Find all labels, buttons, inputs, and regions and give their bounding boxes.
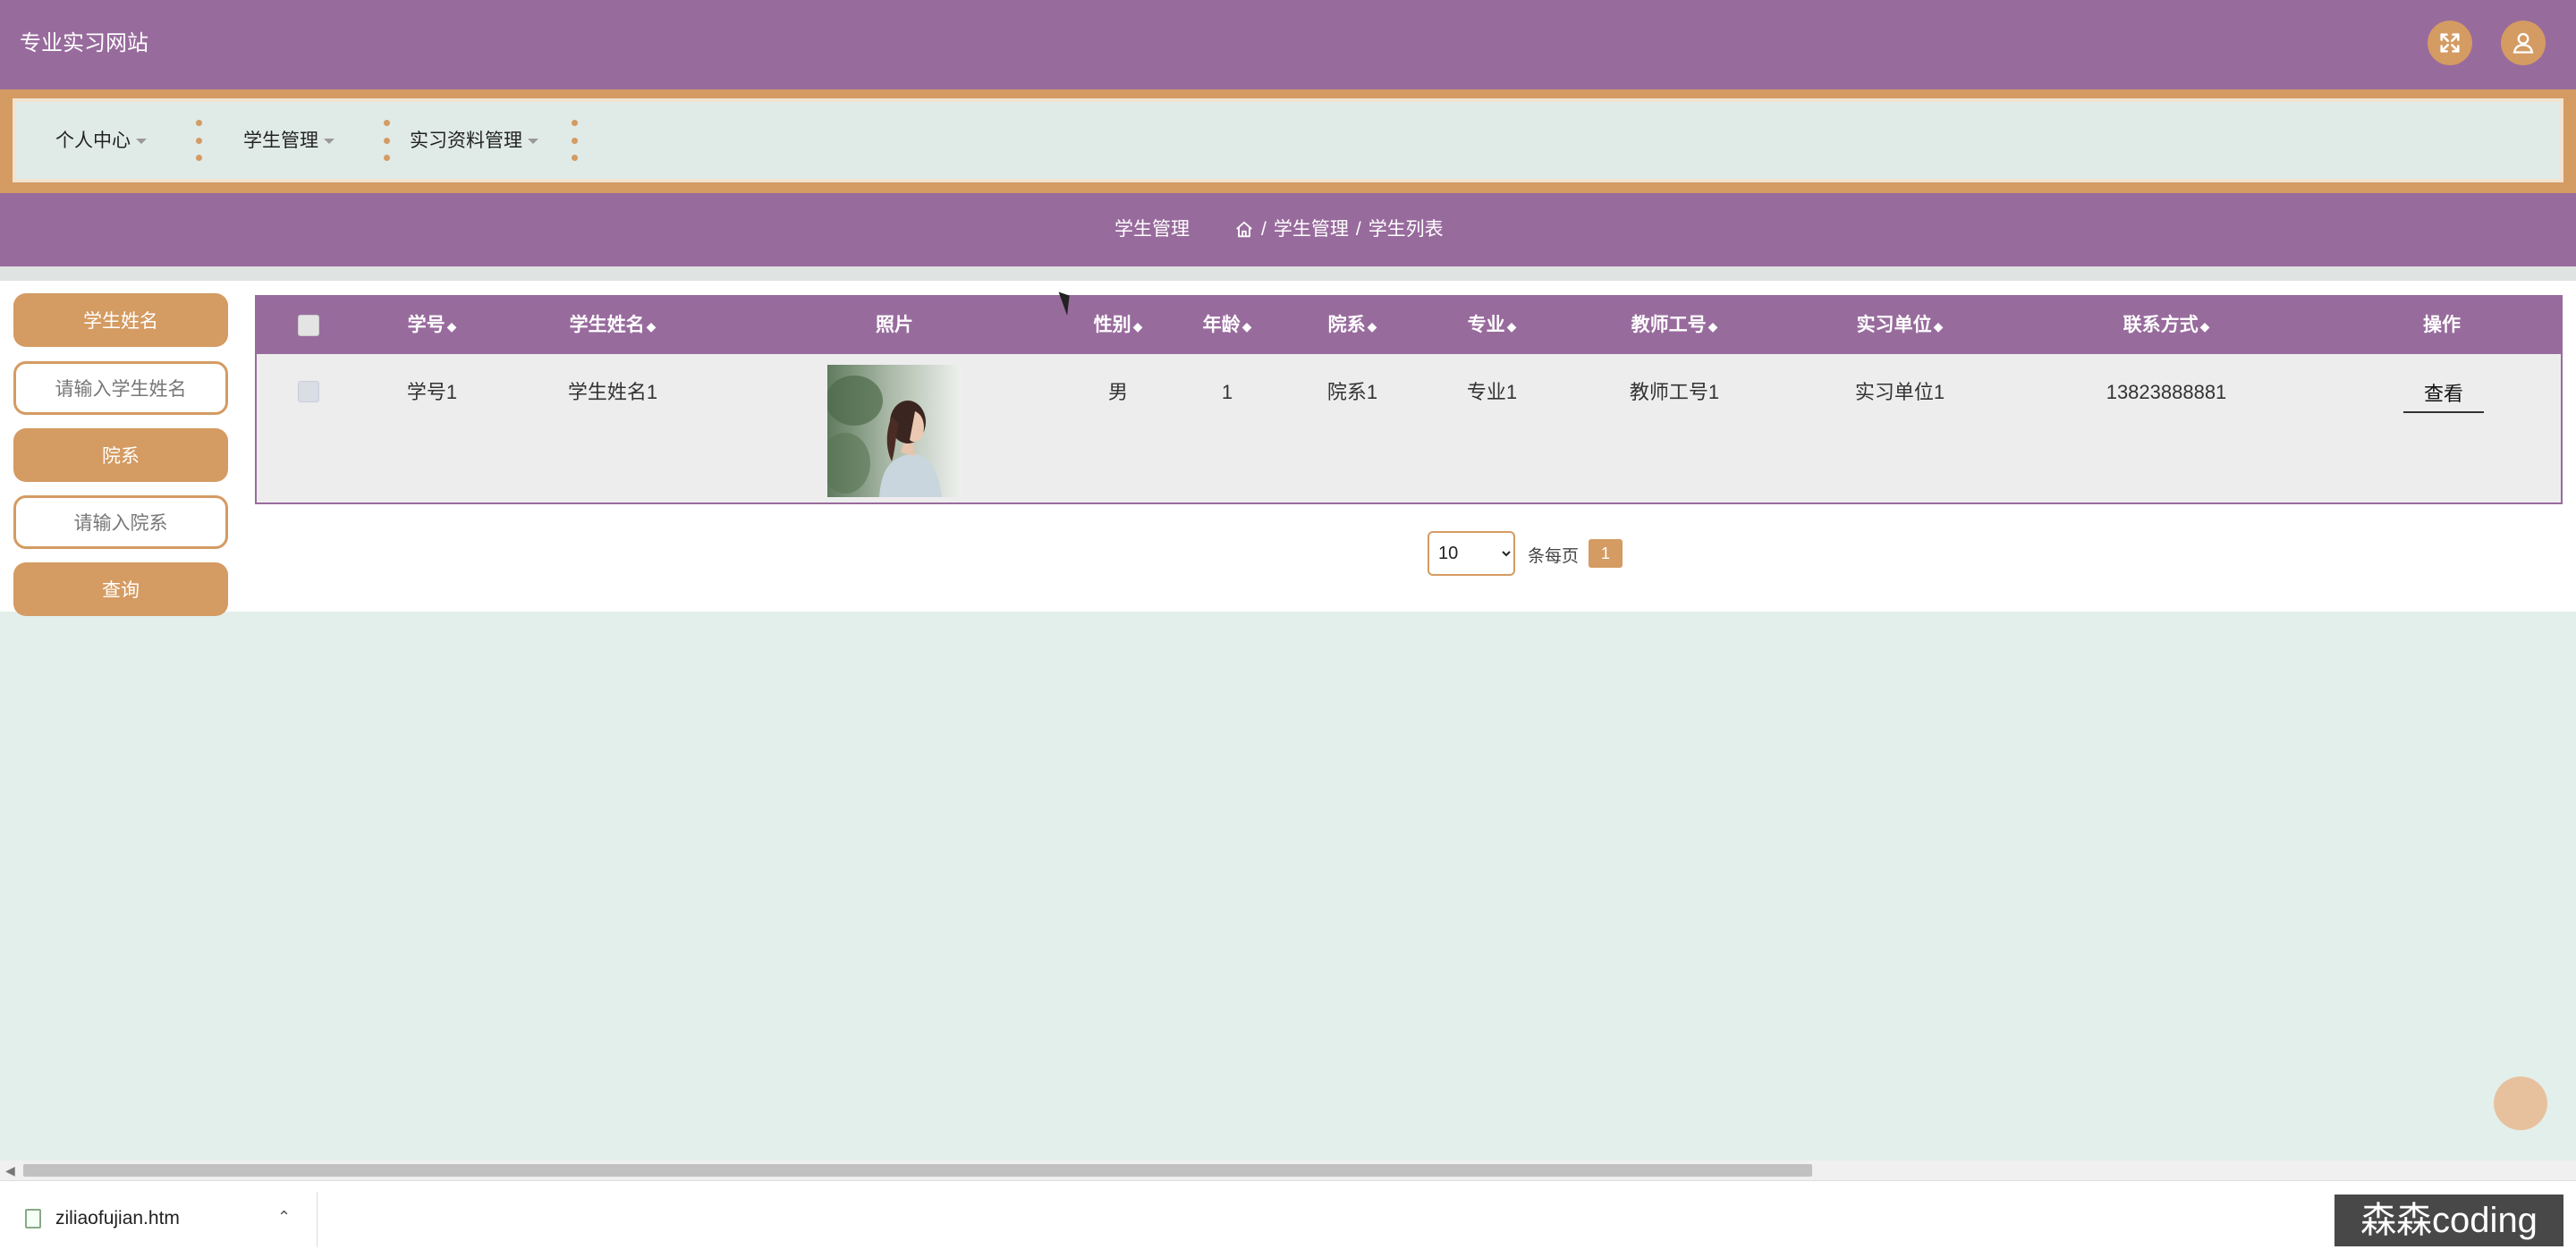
column-label: 照片 — [876, 315, 913, 335]
home-icon[interactable] — [1234, 220, 1254, 240]
query-button[interactable]: 查询 — [13, 562, 228, 616]
column-label: 性别 — [1093, 315, 1131, 335]
file-icon — [25, 1209, 41, 1228]
column-header-action: 操作 — [2423, 315, 2461, 336]
nav-item-label: 学生管理 — [243, 131, 318, 151]
watermark: 森森coding — [2334, 1195, 2563, 1246]
chevron-up-icon[interactable]: ⌃ — [277, 1208, 291, 1227]
column-header-company[interactable]: 实习单位 ◆ — [1857, 315, 1944, 337]
column-label: 学生姓名 — [569, 315, 645, 335]
per-page-label: 条每页 — [1528, 547, 1580, 566]
page-title: 学生管理 — [1114, 219, 1190, 240]
column-header-major[interactable]: 专业 ◆ — [1468, 315, 1517, 337]
sort-icon: ◆ — [446, 319, 457, 333]
column-header-department[interactable]: 院系 ◆ — [1328, 315, 1377, 337]
breadcrumb-band: 学生管理 / 学生管理 / 学生列表 — [0, 193, 2576, 266]
student-photo — [827, 365, 962, 497]
divider — [0, 266, 2576, 281]
user-button[interactable] — [2501, 21, 2546, 65]
sort-icon: ◆ — [1707, 319, 1718, 333]
breadcrumb-separator: / — [1355, 219, 1361, 240]
nav-bar: 个人中心 学生管理 实习资料管理 — [0, 89, 2576, 193]
column-header-student-no[interactable]: 学号 ◆ — [408, 315, 457, 337]
column-header-age[interactable]: 年龄 ◆ — [1203, 315, 1252, 337]
fullscreen-icon — [2440, 33, 2460, 53]
column-label: 专业 — [1467, 315, 1505, 335]
nav-item-label: 实习资料管理 — [410, 131, 522, 151]
table-header: 学号 ◆ 学生姓名 ◆ 照片 性别 ◆ 年龄 ◆ 院系 ◆ 专业 ◆ 教师工号 ◆ 实习单位 ◆… — [257, 297, 2561, 354]
nav-item-personal-center[interactable]: 个人中心 — [55, 129, 147, 154]
cell-phone: 13823888881 — [2106, 381, 2227, 403]
divider — [317, 1192, 318, 1247]
page-number-current[interactable]: 1 — [1589, 539, 1623, 568]
nav-separator — [571, 120, 578, 161]
scroll-left-arrow-icon[interactable]: ◀ — [5, 1163, 15, 1178]
page-size-select[interactable]: 10 — [1428, 531, 1515, 576]
user-icon — [2512, 32, 2534, 54]
sort-icon: ◆ — [1241, 319, 1252, 333]
sort-icon: ◆ — [1367, 319, 1377, 333]
breadcrumb-item[interactable]: 学生管理 — [1274, 218, 1349, 241]
breadcrumb-separator: / — [1261, 219, 1267, 240]
cell-student-name: 学生姓名1 — [567, 381, 658, 403]
sort-icon: ◆ — [2199, 319, 2210, 333]
scrollbar-thumb[interactable] — [23, 1164, 1812, 1177]
column-header-photo: 照片 — [876, 315, 913, 336]
column-label: 教师工号 — [1631, 315, 1707, 335]
department-label: 院系 — [13, 428, 228, 482]
breadcrumb-item: 学生列表 — [1368, 219, 1444, 240]
column-label: 操作 — [2423, 315, 2461, 335]
caret-down-icon — [528, 139, 538, 144]
caret-down-icon — [324, 139, 335, 144]
top-header: 专业实习网站 — [0, 0, 2576, 89]
row-checkbox[interactable] — [298, 381, 319, 402]
sort-icon: ◆ — [1933, 319, 1944, 333]
fullscreen-button[interactable] — [2428, 21, 2472, 65]
view-button[interactable]: 查看 — [2403, 379, 2484, 413]
breadcrumb: / 学生管理 / 学生列表 — [1234, 218, 1444, 241]
cell-gender: 男 — [1107, 381, 1129, 403]
column-header-phone[interactable]: 联系方式 ◆ — [2123, 315, 2210, 337]
column-header-gender[interactable]: 性别 ◆ — [1094, 315, 1143, 337]
column-label: 学号 — [407, 315, 445, 335]
sort-icon: ◆ — [646, 319, 657, 333]
column-label: 院系 — [1327, 315, 1366, 335]
cell-department: 院系1 — [1326, 381, 1378, 403]
student-name-label: 学生姓名 — [13, 293, 228, 347]
site-title: 专业实习网站 — [20, 31, 148, 55]
column-label: 实习单位 — [1856, 315, 1932, 335]
nav-item-internship-materials[interactable]: 实习资料管理 — [410, 129, 538, 154]
caret-down-icon — [136, 139, 147, 144]
column-label: 年龄 — [1202, 315, 1241, 335]
select-all-checkbox[interactable] — [298, 315, 319, 336]
sort-icon: ◆ — [1132, 319, 1143, 333]
column-header-student-name[interactable]: 学生姓名 ◆ — [570, 315, 657, 337]
nav-separator — [383, 120, 390, 161]
nav-menu: 个人中心 学生管理 实习资料管理 — [13, 98, 2563, 182]
student-name-input[interactable]: 请输入学生姓名 — [13, 361, 228, 415]
download-item[interactable]: ziliaofujian.htm — [25, 1208, 180, 1229]
download-file-name: ziliaofujian.htm — [55, 1208, 180, 1228]
cell-major: 专业1 — [1466, 381, 1518, 403]
sort-icon: ◆ — [1506, 319, 1517, 333]
column-header-teacher-no[interactable]: 教师工号 ◆ — [1631, 315, 1718, 337]
floating-action-button[interactable] — [2494, 1076, 2547, 1130]
student-table: 学号 ◆ 学生姓名 ◆ 照片 性别 ◆ 年龄 ◆ 院系 ◆ 专业 ◆ 教师工号 ◆ 实习单位 ◆… — [255, 295, 2563, 504]
column-label: 联系方式 — [2123, 315, 2199, 335]
nav-item-student-management[interactable]: 学生管理 — [243, 129, 335, 154]
department-input[interactable]: 请输入院系 — [13, 495, 228, 549]
cell-age: 1 — [1221, 381, 1233, 403]
download-bar: ziliaofujian.htm ⌃ — [0, 1180, 2576, 1258]
cell-company: 实习单位1 — [1854, 381, 1945, 403]
horizontal-scrollbar[interactable]: ◀ — [0, 1161, 2576, 1180]
cell-teacher-no: 教师工号1 — [1629, 381, 1720, 403]
nav-item-label: 个人中心 — [55, 131, 131, 151]
nav-separator — [195, 120, 202, 161]
cell-student-no: 学号1 — [406, 381, 458, 403]
